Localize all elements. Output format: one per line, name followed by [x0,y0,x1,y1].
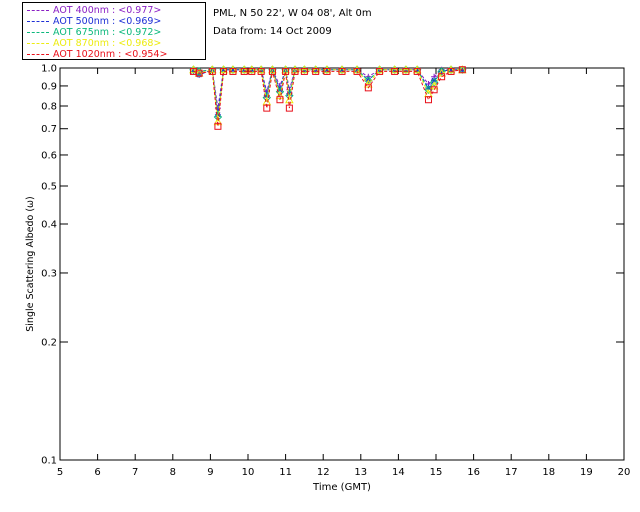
legend-item-400nm: AOT 400nm : <0.977> [27,5,203,16]
x-tick-label: 6 [94,467,100,478]
legend: AOT 400nm : <0.977> AOT 500nm : <0.969> … [22,2,206,60]
y-tick-label: 1.0 [41,64,57,75]
x-tick-label: 12 [317,467,330,478]
series-group [189,65,467,130]
legend-label: AOT 400nm : <0.977> [53,5,162,16]
x-tick-label: 7 [132,467,138,478]
legend-label: AOT 500nm : <0.969> [53,16,162,27]
x-tick-label: 13 [354,467,367,478]
y-tick-label: 0.7 [41,124,57,135]
y-tick-label: 0.5 [41,182,57,193]
legend-swatch [27,43,49,44]
x-tick-label: 15 [430,467,443,478]
legend-swatch [27,10,49,11]
x-axis: 5 6 7 8 9 10 11 12 13 14 15 16 17 18 19 20 [57,68,631,478]
legend-label: AOT 675nm : <0.972> [53,27,162,38]
x-tick-label: 14 [392,467,405,478]
data-point [424,96,432,104]
y-tick-label: 0.1 [41,456,57,467]
series-line [193,67,463,115]
legend-item-500nm: AOT 500nm : <0.969> [27,16,203,27]
plot-frame [59,67,625,461]
legend-swatch [27,21,49,22]
y-tick-label: 0.4 [41,219,57,230]
x-tick-label: 17 [505,467,518,478]
date-info: Data from: 14 Oct 2009 [213,26,332,37]
x-tick-label: 18 [542,467,555,478]
x-tick-label: 9 [207,467,213,478]
y-tick-label: 0.2 [41,337,57,348]
x-tick-label: 8 [170,467,176,478]
legend-swatch [27,54,49,55]
series-line [193,67,463,109]
y-tick-label: 0.9 [41,81,57,92]
x-tick-label: 16 [467,467,480,478]
x-tick-label: 20 [618,467,631,478]
y-tick-label: 0.6 [41,150,57,161]
legend-item-1020nm: AOT 1020nm : <0.954> [27,49,203,60]
legend-label: AOT 1020nm : <0.954> [53,49,168,60]
y-axis: 0.1 0.2 0.3 0.4 0.5 0.6 0.7 0.8 0.9 1.0 [41,64,624,467]
series-line [193,69,463,127]
legend-item-675nm: AOT 675nm : <0.972> [27,27,203,38]
x-tick-label: 11 [279,467,292,478]
legend-swatch [27,32,49,33]
x-tick-label: 19 [580,467,593,478]
x-tick-label: 5 [57,467,63,478]
y-axis-label: Single Scattering Albedo (ω) [25,196,36,331]
x-tick-label: 10 [242,467,255,478]
x-axis-label: Time (GMT) [312,482,371,493]
y-tick-label: 0.8 [41,101,57,112]
legend-label: AOT 870nm : <0.968> [53,38,162,49]
legend-item-870nm: AOT 870nm : <0.968> [27,38,203,49]
site-info: PML, N 50 22', W 04 08', Alt 0m [213,8,372,19]
albedo-chart: 5 6 7 8 9 10 11 12 13 14 15 16 17 18 19 20 0.1 0.2 0.3 0.4… [25,64,631,494]
y-tick-label: 0.3 [41,268,57,279]
